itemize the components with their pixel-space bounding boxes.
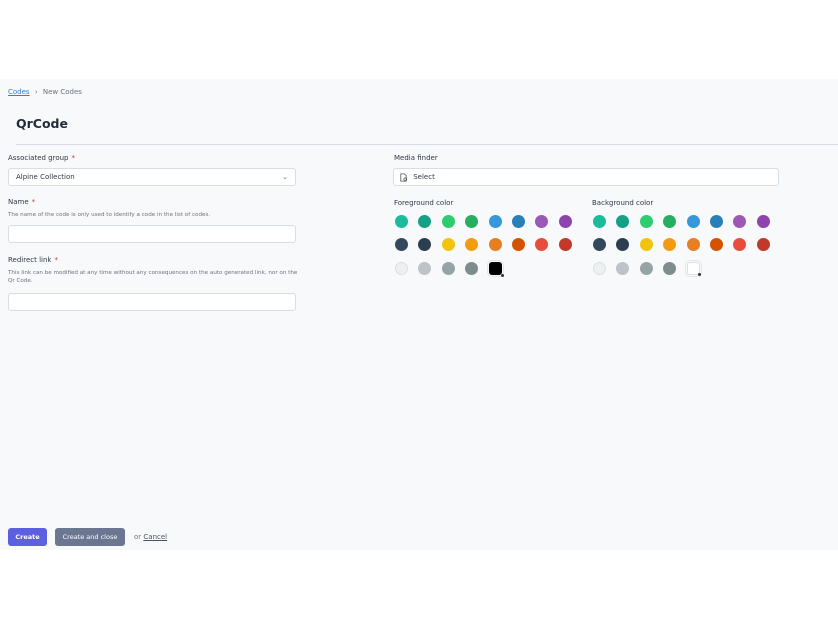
foreground-color-swatch[interactable] bbox=[441, 238, 455, 252]
required-marker: * bbox=[71, 154, 76, 162]
foreground-color-swatch[interactable] bbox=[418, 215, 432, 228]
background-color-swatch[interactable] bbox=[686, 215, 700, 228]
required-marker: * bbox=[31, 198, 36, 206]
foreground-color-swatch[interactable] bbox=[465, 215, 479, 228]
foreground-color-swatch[interactable] bbox=[395, 215, 408, 228]
media-finder-select[interactable]: Select bbox=[393, 168, 779, 186]
file-image-icon bbox=[400, 172, 408, 182]
foreground-color-swatch[interactable] bbox=[488, 215, 502, 228]
page-title: QrCode bbox=[16, 116, 68, 131]
background-color-swatch[interactable] bbox=[709, 238, 723, 252]
cancel-link[interactable]: Cancel bbox=[143, 533, 167, 541]
background-color-swatch-selected[interactable] bbox=[684, 259, 702, 277]
background-color-swatch[interactable] bbox=[639, 261, 653, 275]
foreground-color-swatch[interactable] bbox=[441, 261, 455, 275]
or-text: or bbox=[134, 533, 142, 541]
required-marker: * bbox=[54, 256, 58, 264]
background-color-swatch[interactable] bbox=[616, 238, 630, 252]
background-color-swatch[interactable] bbox=[663, 215, 677, 228]
media-finder-placeholder: Select bbox=[413, 173, 435, 181]
foreground-color-swatch-selected[interactable] bbox=[486, 259, 504, 277]
create-button[interactable]: Create bbox=[8, 528, 47, 546]
foreground-color-palette bbox=[395, 215, 572, 277]
background-color-swatch[interactable] bbox=[756, 238, 770, 252]
chevron-down-icon: ⌄ bbox=[282, 173, 288, 181]
foreground-color-swatch[interactable] bbox=[558, 238, 572, 252]
associated-group-value: Alpine Collection bbox=[16, 173, 75, 181]
background-color-swatch[interactable] bbox=[733, 238, 747, 252]
name-label-text: Name bbox=[8, 198, 29, 206]
background-color-swatch[interactable] bbox=[709, 215, 723, 228]
background-color-swatch[interactable] bbox=[756, 215, 770, 228]
breadcrumb-separator: › bbox=[34, 88, 38, 96]
name-help: The name of the code is only used to ide… bbox=[8, 212, 211, 218]
background-color-swatch[interactable] bbox=[639, 215, 653, 228]
media-finder-label: Media finder bbox=[394, 154, 438, 162]
redirect-link-input[interactable] bbox=[8, 293, 296, 311]
background-color-swatch[interactable] bbox=[686, 238, 700, 252]
foreground-color-swatch[interactable] bbox=[395, 261, 408, 275]
form-page: Codes › New Codes QrCode Associated grou… bbox=[0, 79, 838, 550]
or-cancel: or Cancel bbox=[134, 528, 167, 546]
foreground-color-swatch[interactable] bbox=[441, 215, 455, 228]
foreground-color-swatch[interactable] bbox=[465, 261, 479, 275]
background-color-swatch[interactable] bbox=[663, 238, 677, 252]
background-color-swatch[interactable] bbox=[593, 215, 606, 228]
breadcrumb: Codes › New Codes bbox=[8, 88, 82, 96]
breadcrumb-link-codes[interactable]: Codes bbox=[8, 88, 30, 96]
background-color-swatch[interactable] bbox=[639, 238, 653, 252]
background-color-swatch[interactable] bbox=[593, 238, 606, 252]
background-color-swatch[interactable] bbox=[733, 215, 747, 228]
background-color-swatch[interactable] bbox=[616, 261, 630, 275]
foreground-color-swatch[interactable] bbox=[535, 215, 549, 228]
foreground-color-swatch[interactable] bbox=[395, 238, 408, 252]
foreground-color-swatch[interactable] bbox=[418, 238, 432, 252]
foreground-color-label: Foreground color bbox=[394, 199, 454, 207]
background-color-swatch[interactable] bbox=[616, 215, 630, 228]
redirect-link-label: Redirect link * bbox=[8, 256, 58, 264]
redirect-link-label-text: Redirect link bbox=[8, 256, 52, 264]
background-color-swatch[interactable] bbox=[593, 261, 606, 275]
associated-group-label: Associated group * bbox=[8, 154, 75, 162]
foreground-color-swatch[interactable] bbox=[418, 261, 432, 275]
name-input[interactable] bbox=[8, 225, 296, 243]
name-label: Name * bbox=[8, 198, 35, 206]
foreground-color-swatch[interactable] bbox=[511, 238, 525, 252]
associated-group-select[interactable]: Alpine Collection ⌄ bbox=[8, 168, 296, 186]
background-color-label: Background color bbox=[592, 199, 654, 207]
associated-group-label-text: Associated group bbox=[8, 154, 69, 162]
background-color-swatch[interactable] bbox=[663, 261, 677, 275]
title-divider bbox=[16, 144, 838, 145]
foreground-color-swatch[interactable] bbox=[558, 215, 572, 228]
foreground-color-swatch[interactable] bbox=[535, 238, 549, 252]
breadcrumb-current: New Codes bbox=[42, 88, 82, 96]
foreground-color-swatch[interactable] bbox=[465, 238, 479, 252]
redirect-link-help: This link can be modified at any time wi… bbox=[8, 270, 298, 284]
foreground-color-swatch[interactable] bbox=[488, 238, 502, 252]
foreground-color-swatch[interactable] bbox=[511, 215, 525, 228]
create-and-close-button[interactable]: Create and close bbox=[55, 528, 125, 546]
background-color-palette bbox=[593, 215, 770, 277]
